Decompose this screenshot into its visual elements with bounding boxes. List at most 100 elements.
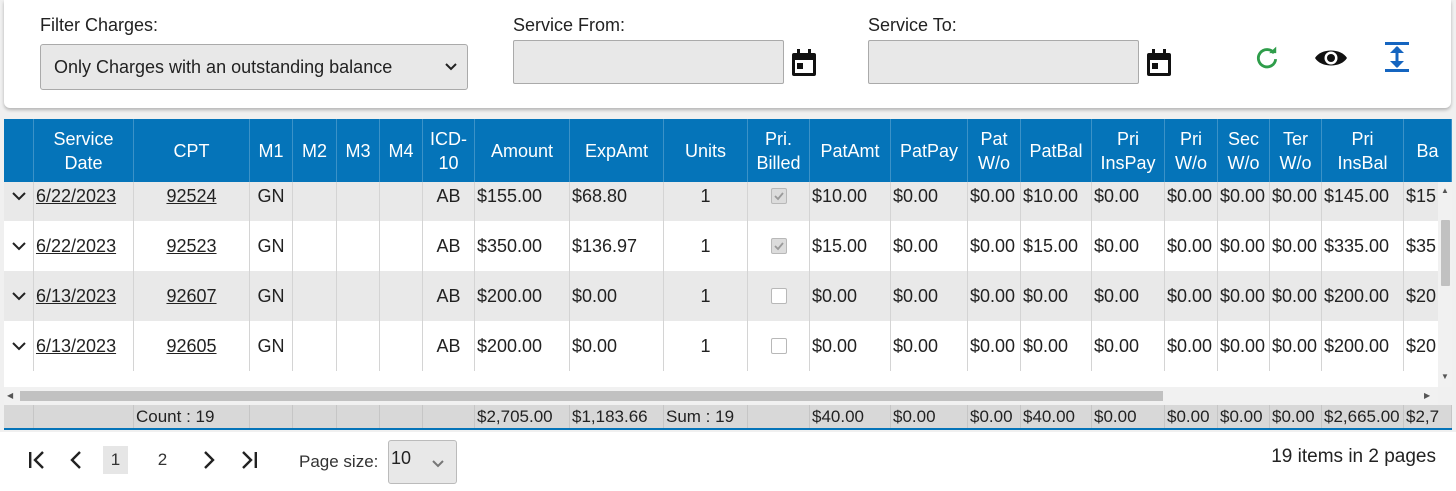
- column-header-expander[interactable]: [4, 119, 34, 182]
- first-page-icon: [29, 451, 44, 469]
- column-header-expamt[interactable]: ExpAmt: [570, 119, 664, 182]
- table-row[interactable]: 6/13/2023 92607 GN AB $200.00 $0.00 1 $0.00 $0.0…: [4, 271, 1438, 321]
- horizontal-scrollbar[interactable]: ◀ ▶: [4, 387, 1438, 405]
- filter-panel: Filter Charges: Only Charges with an out…: [4, 0, 1451, 108]
- cell-pat-wo: $0.00: [968, 182, 1021, 221]
- cell-ter-wo: $0.00: [1270, 271, 1322, 321]
- column-header-pri-insbal[interactable]: Pri InsBal: [1322, 119, 1404, 182]
- refresh-icon[interactable]: [1254, 45, 1280, 71]
- footer-amount: $2,705.00: [475, 405, 570, 428]
- scroll-right-icon[interactable]: ▶: [1424, 391, 1430, 400]
- cell-service-date: 6/22/2023: [34, 182, 134, 221]
- column-header-sec-wo[interactable]: Sec W/o: [1218, 119, 1270, 182]
- cell-pat-wo: $0.00: [968, 321, 1021, 371]
- scroll-up-icon[interactable]: ▲: [1441, 186, 1449, 195]
- prev-page-button[interactable]: [64, 446, 88, 474]
- column-header-pri-inspay[interactable]: Pri InsPay: [1092, 119, 1165, 182]
- table-row[interactable]: 6/22/2023 92524 GN AB $155.00 $68.80 1 $10.00 $0…: [4, 182, 1438, 221]
- table-row[interactable]: 6/13/2023 92605 GN AB $200.00 $0.00 1 $0.00 $0.0…: [4, 321, 1438, 371]
- cell-value: $335.00: [1324, 235, 1390, 256]
- service-date-link[interactable]: 6/22/2023: [36, 186, 116, 207]
- column-header-label: M1: [258, 140, 284, 161]
- footer-m2: [293, 405, 337, 428]
- eye-icon[interactable]: [1314, 46, 1348, 70]
- column-header-m4[interactable]: M4: [380, 119, 423, 182]
- cell-bal: $20: [1404, 321, 1438, 371]
- cell-value: $0.00: [1167, 335, 1213, 356]
- column-header-label: Amount: [490, 140, 554, 161]
- expand-row-button[interactable]: [4, 321, 34, 371]
- cell-value: $20: [1406, 335, 1437, 356]
- column-header-m1[interactable]: M1: [250, 119, 293, 182]
- cell-pri-insbal: $145.00: [1322, 182, 1404, 221]
- cell-value: $0.00: [970, 185, 1016, 206]
- cell-value: 1: [700, 235, 711, 256]
- cpt-link[interactable]: 92524: [166, 186, 216, 207]
- cell-ter-wo: $0.00: [1270, 221, 1322, 271]
- scroll-down-icon[interactable]: ▼: [1441, 372, 1449, 381]
- cell-value: $35: [1406, 235, 1437, 256]
- column-header-units[interactable]: Units: [664, 119, 748, 182]
- column-header-amount[interactable]: Amount: [475, 119, 570, 182]
- column-header-ter-wo[interactable]: Ter W/o: [1270, 119, 1322, 182]
- cell-cpt: 92524: [134, 182, 250, 221]
- page-2-button[interactable]: 2: [150, 446, 175, 474]
- cell-pri-inspay: $0.00: [1092, 321, 1165, 371]
- column-header-pat-wo[interactable]: Pat W/o: [968, 119, 1021, 182]
- cell-expamt: $0.00: [570, 271, 664, 321]
- first-page-button[interactable]: [24, 446, 50, 474]
- service-date-link[interactable]: 6/22/2023: [36, 236, 116, 257]
- filter-charges-select[interactable]: Only Charges with an outstanding balance: [40, 44, 468, 90]
- column-header-label: M2: [301, 140, 327, 161]
- service-from-input[interactable]: [513, 40, 784, 84]
- footer-pri-billed: [748, 405, 810, 428]
- cell-value: $0.00: [1220, 185, 1266, 206]
- expand-row-button[interactable]: [4, 221, 34, 271]
- vertical-scrollbar[interactable]: ▲ ▼: [1438, 182, 1452, 387]
- cell-value: $0.00: [1220, 285, 1266, 306]
- column-header-pri-wo[interactable]: Pri W/o: [1165, 119, 1218, 182]
- page-1-button[interactable]: 1: [103, 446, 128, 474]
- column-header-cpt[interactable]: CPT: [134, 119, 250, 182]
- cell-value: 1: [700, 335, 711, 356]
- column-header-icd10[interactable]: ICD- 10: [423, 119, 475, 182]
- cpt-link[interactable]: 92523: [166, 236, 216, 257]
- vertical-scroll-thumb[interactable]: [1441, 220, 1450, 286]
- last-page-button[interactable]: [236, 446, 262, 474]
- calendar-icon[interactable]: [1146, 49, 1172, 77]
- table-row[interactable]: [4, 371, 1438, 387]
- column-header-patpay[interactable]: PatPay: [891, 119, 968, 182]
- cell-pri-wo: $0.00: [1165, 321, 1218, 371]
- cpt-link[interactable]: 92605: [166, 336, 216, 357]
- service-to-input[interactable]: [868, 40, 1139, 84]
- horizontal-scroll-thumb[interactable]: [20, 391, 1163, 401]
- cell-patpay: $0.00: [891, 321, 968, 371]
- column-header-m2[interactable]: M2: [293, 119, 337, 182]
- cell-pri-wo: $0.00: [1165, 221, 1218, 271]
- cell-pri-inspay: $0.00: [1092, 182, 1165, 221]
- column-header-patbal[interactable]: PatBal: [1021, 119, 1092, 182]
- service-date-link[interactable]: 6/13/2023: [36, 286, 116, 307]
- expand-row-button[interactable]: [4, 182, 34, 221]
- table-row[interactable]: 6/22/2023 92523 GN AB $350.00 $136.97 1 $15.00 $…: [4, 221, 1438, 271]
- cpt-link[interactable]: 92607: [166, 286, 216, 307]
- column-header-bal[interactable]: Ba: [1404, 119, 1452, 182]
- service-date-link[interactable]: 6/13/2023: [36, 336, 116, 357]
- page-size-select[interactable]: 10: [388, 440, 457, 484]
- column-header-patamt[interactable]: PatAmt: [810, 119, 891, 182]
- calendar-icon[interactable]: [791, 49, 817, 77]
- footer-expander: [4, 405, 34, 428]
- grid-footer: Count : 19 $2,705.00 $1,183.66 Sum : 19 $40.…: [4, 405, 1452, 430]
- column-header-pri-billed[interactable]: Pri. Billed: [748, 119, 810, 182]
- column-header-service-date[interactable]: Service Date: [34, 119, 134, 182]
- column-header-m3[interactable]: M3: [337, 119, 380, 182]
- cell-value: $0.00: [893, 335, 939, 356]
- expand-vertical-icon[interactable]: [1384, 41, 1410, 73]
- scroll-left-icon[interactable]: ◀: [7, 391, 13, 400]
- next-page-button[interactable]: [197, 446, 221, 474]
- cell-icd10: AB: [423, 271, 475, 321]
- cell-ter-wo: $0.00: [1270, 182, 1322, 221]
- expand-row-button[interactable]: [4, 271, 34, 321]
- footer-m1: [250, 405, 293, 428]
- cell-sec-wo: $0.00: [1218, 321, 1270, 371]
